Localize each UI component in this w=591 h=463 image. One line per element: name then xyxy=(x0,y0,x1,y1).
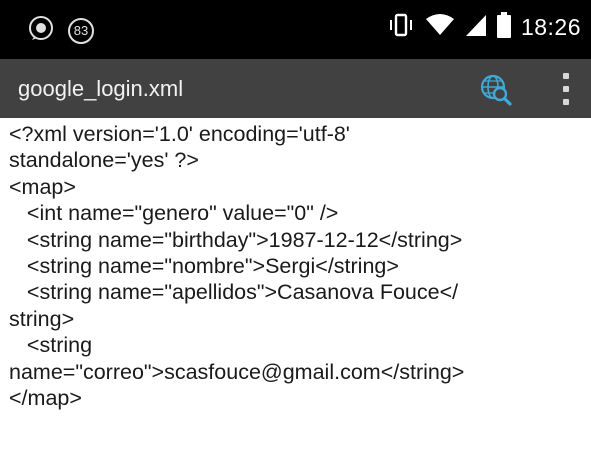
dot xyxy=(563,86,569,92)
xml-line: <map> xyxy=(9,174,76,199)
xml-line: <?xml version='1.0' encoding='utf-8' xyxy=(9,122,350,146)
xml-line: <string xyxy=(9,333,93,358)
xml-line: <string name="nombre">Sergi</string> xyxy=(9,253,399,278)
xml-line: </map> xyxy=(9,385,82,410)
web-search-icon[interactable] xyxy=(478,72,512,106)
dot xyxy=(563,99,569,105)
whatsapp-icon xyxy=(28,15,54,46)
status-bar: 83 18:26 xyxy=(0,0,591,59)
battery-icon xyxy=(496,12,511,43)
status-bar-left: 83 xyxy=(28,15,94,46)
app-bar: google_login.xml xyxy=(0,59,591,118)
signal-icon xyxy=(465,13,487,42)
xml-line: <int name="genero" value="0" /> xyxy=(9,201,339,226)
xml-line: standalone='yes' ?> xyxy=(9,148,199,173)
notification-count-icon: 83 xyxy=(68,17,94,44)
clock: 18:26 xyxy=(520,14,581,40)
wifi-icon xyxy=(425,13,455,42)
xml-content: <?xml version='1.0' encoding='utf-8' sta… xyxy=(9,121,584,411)
xml-line: <string name="apellidos">Casanova Fouce<… xyxy=(9,280,459,305)
status-bar-right: 18:26 xyxy=(387,12,581,43)
xml-line: string> xyxy=(9,306,75,331)
file-title: google_login.xml xyxy=(18,76,184,101)
notification-count: 83 xyxy=(73,23,89,38)
more-vert-icon[interactable] xyxy=(556,73,576,105)
vibrate-icon xyxy=(387,12,415,43)
xml-line: name="correo">scasfouce@gmail.com</strin… xyxy=(9,359,465,384)
xml-line: <string name="birthday">1987-12-12</stri… xyxy=(9,227,463,252)
dot xyxy=(563,73,569,79)
